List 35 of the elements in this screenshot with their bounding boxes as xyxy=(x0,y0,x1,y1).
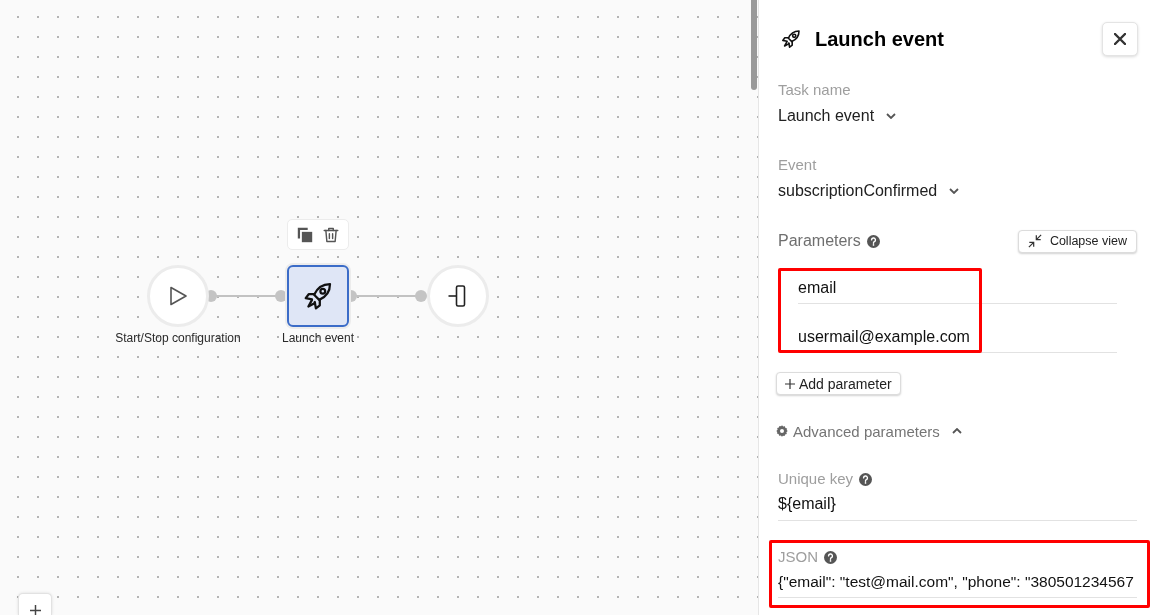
collapse-icon xyxy=(1027,234,1042,248)
task-node[interactable] xyxy=(287,265,349,327)
unique-key-field[interactable]: ${email} xyxy=(778,494,1137,521)
gear-icon xyxy=(776,425,788,437)
trash-icon[interactable] xyxy=(322,225,340,244)
event-dropdown[interactable]: subscriptionConfirmed xyxy=(778,181,960,201)
zoom-in-button[interactable] xyxy=(18,593,52,615)
json-field[interactable]: {"email": "test@mail.com", "phone": "380501234567 xyxy=(778,572,1137,598)
add-parameter-button[interactable]: Add parameter xyxy=(776,372,901,395)
plus-icon xyxy=(30,605,41,615)
plus-icon xyxy=(785,378,795,389)
rocket-icon xyxy=(779,27,803,51)
parameter-value-field[interactable]: usermail@example.com xyxy=(798,322,1117,353)
copy-icon[interactable] xyxy=(296,225,314,244)
field-label: Unique key xyxy=(778,470,854,488)
field-label: JSON xyxy=(778,548,818,566)
parameter-key-field[interactable]: email xyxy=(798,273,1117,304)
field-label: Event xyxy=(778,156,817,174)
chevron-up-icon xyxy=(951,428,962,434)
node-label: Start/Stop configuration xyxy=(115,331,241,345)
parameters-label: Parameters xyxy=(778,232,861,250)
chevron-down-icon xyxy=(949,188,960,194)
help-icon[interactable] xyxy=(824,550,837,564)
chevron-down-icon xyxy=(886,113,897,119)
node-label: Launch event xyxy=(281,331,355,345)
scrollbar-thumb[interactable] xyxy=(751,0,757,90)
task-name-dropdown[interactable]: Launch event xyxy=(778,106,897,126)
panel-title: Launch event xyxy=(815,27,944,51)
help-icon[interactable] xyxy=(859,472,873,486)
collapse-view-button[interactable]: Collapse view xyxy=(1017,229,1137,253)
field-label: Task name xyxy=(778,81,851,99)
close-icon xyxy=(1114,33,1126,45)
advanced-parameters-toggle[interactable]: Advanced parameters xyxy=(776,421,962,441)
help-icon[interactable] xyxy=(866,234,880,248)
close-button[interactable] xyxy=(1102,22,1138,56)
